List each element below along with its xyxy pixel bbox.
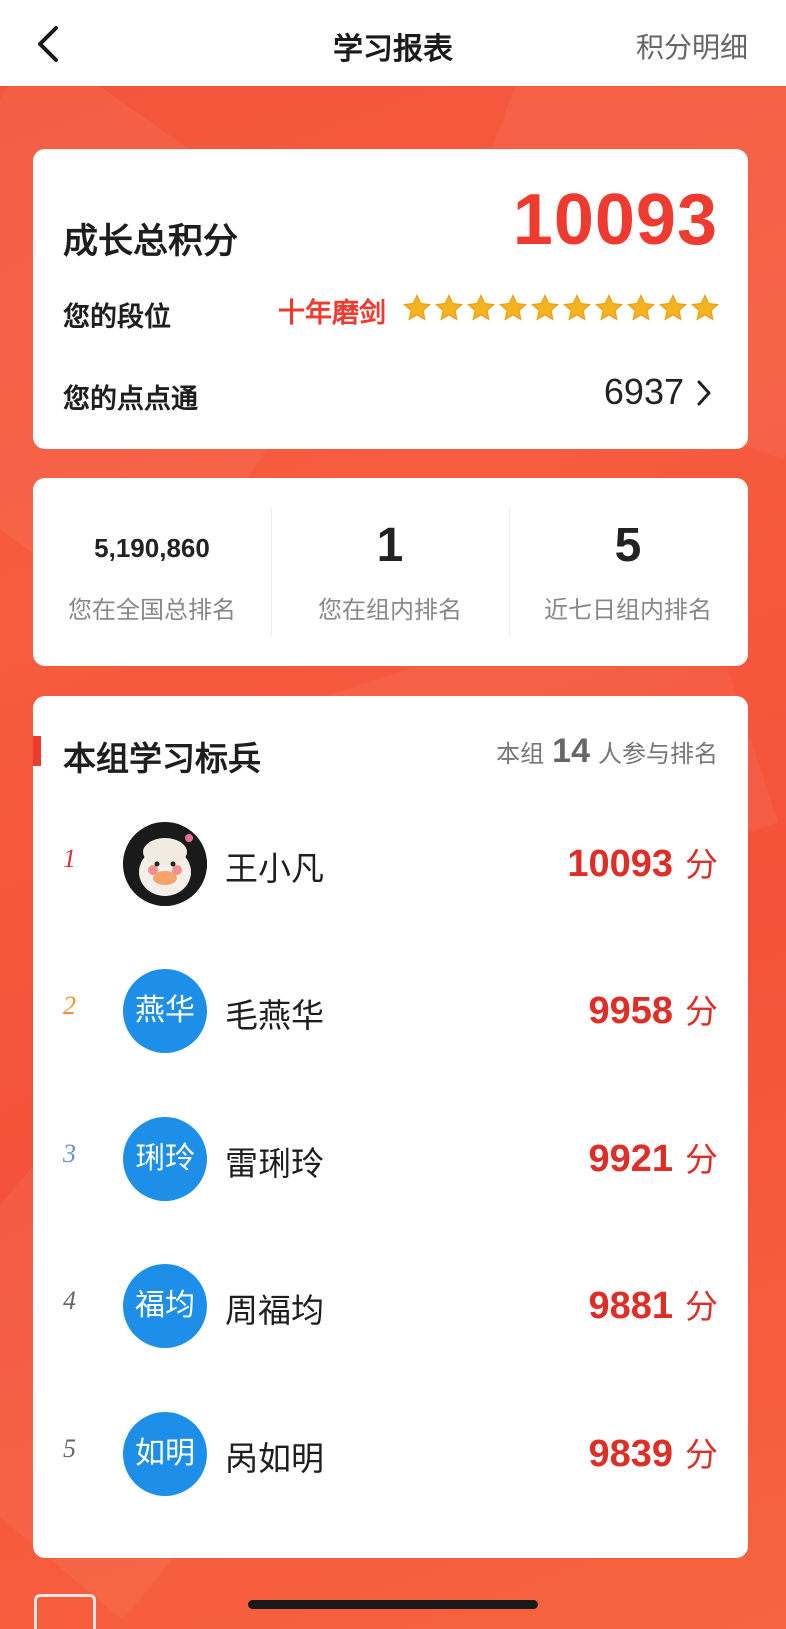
member-score: 9839 分 <box>588 1428 718 1476</box>
score-value: 9958 <box>588 990 673 1032</box>
group-rank-caption: 您在组内排名 <box>318 596 462 624</box>
leaderboard-row[interactable]: 3 琍玲 雷琍玲 9921 分 <box>33 1103 748 1213</box>
nav-bar: 学习报表 积分明细 <box>0 0 786 86</box>
star-icon <box>531 294 559 321</box>
weekly-rank-value: 5 <box>614 519 642 572</box>
star-icon <box>691 294 719 321</box>
weekly-rank-stat: 5 近七日组内排名 <box>509 478 747 666</box>
member-score: 9881 分 <box>588 1280 718 1328</box>
group-rank-value: 1 <box>376 519 404 572</box>
star-icon <box>595 294 623 321</box>
weekly-rank-caption: 近七日组内排名 <box>544 596 712 624</box>
rank-number: 5 <box>63 1434 76 1463</box>
national-rank-caption: 您在全国总排名 <box>68 596 236 624</box>
rank-number: 1 <box>63 844 76 873</box>
rank-stars <box>402 293 720 323</box>
star-icon <box>467 294 495 321</box>
participant-suffix: 人参与排名 <box>598 740 718 768</box>
avatar: 如明 <box>123 1412 207 1496</box>
chevron-right-icon[interactable] <box>694 377 714 409</box>
total-points-value: 10093 <box>512 180 718 260</box>
rank-value: 十年磨剑 <box>278 298 386 329</box>
score-unit: 分 <box>685 1140 718 1179</box>
national-rank-stat: 5,190,860 您在全国总排名 <box>33 478 271 666</box>
score-value: 9881 <box>588 1285 673 1327</box>
avatar: 琍玲 <box>123 1117 207 1201</box>
score-unit: 分 <box>685 992 718 1031</box>
participant-number: 14 <box>552 732 590 770</box>
rank-label: 您的段位 <box>63 302 171 333</box>
score-value: 9839 <box>588 1433 673 1475</box>
rank-number: 4 <box>63 1286 76 1315</box>
member-name: 毛燕华 <box>225 996 324 1035</box>
star-icon <box>499 294 527 321</box>
ranking-stats-card: 5,190,860 您在全国总排名 1 您在组内排名 5 近七日组内排名 <box>33 478 748 666</box>
member-score: 9958 分 <box>588 985 718 1033</box>
star-icon <box>563 294 591 321</box>
avatar <box>123 822 207 906</box>
member-score: 9921 分 <box>588 1133 718 1181</box>
rank-number: 3 <box>63 1139 76 1168</box>
dian-dian-tong-label: 您的点点通 <box>63 384 198 415</box>
leaderboard-title: 本组学习标兵 <box>63 739 261 778</box>
avatar: 福均 <box>123 1264 207 1348</box>
star-icon <box>403 294 431 321</box>
leaderboard-card: 本组学习标兵 本组 14 人参与排名 1 王小凡 10093 分 2 燕华 毛燕… <box>33 696 748 1558</box>
total-points-label: 成长总积分 <box>63 222 239 262</box>
member-name: 雷琍玲 <box>225 1144 324 1183</box>
participant-prefix: 本组 <box>496 740 545 768</box>
points-detail-link[interactable]: 积分明细 <box>636 26 748 66</box>
score-value: 9921 <box>588 1138 673 1180</box>
seal-logo <box>34 1594 96 1629</box>
member-name: 呙如明 <box>225 1439 324 1478</box>
score-value: 10093 <box>567 843 673 885</box>
score-unit: 分 <box>685 845 718 884</box>
star-icon <box>659 294 687 321</box>
national-rank-value: 5,190,860 <box>94 533 210 563</box>
member-name: 王小凡 <box>225 849 324 888</box>
duck-avatar-image <box>123 822 207 906</box>
group-rank-stat: 1 您在组内排名 <box>271 478 509 666</box>
leaderboard-row[interactable]: 1 王小凡 10093 分 <box>33 808 748 918</box>
member-name: 周福均 <box>225 1291 324 1330</box>
avatar: 燕华 <box>123 969 207 1053</box>
rank-number: 2 <box>63 991 76 1020</box>
leaderboard-row[interactable]: 5 如明 呙如明 9839 分 <box>33 1398 748 1508</box>
leaderboard-row[interactable]: 2 燕华 毛燕华 9958 分 <box>33 955 748 1065</box>
member-score: 10093 分 <box>567 838 718 886</box>
star-icon <box>435 294 463 321</box>
leaderboard-row[interactable]: 4 福均 周福均 9881 分 <box>33 1250 748 1360</box>
score-unit: 分 <box>685 1287 718 1326</box>
summary-card: 成长总积分 10093 您的段位 十年磨剑 您的点点通 6937 <box>33 149 748 449</box>
participant-count: 本组 14 人参与排名 <box>496 732 718 771</box>
star-icon <box>627 294 655 321</box>
section-accent-bar <box>33 736 41 766</box>
dian-dian-tong-value[interactable]: 6937 <box>604 371 684 413</box>
score-unit: 分 <box>685 1435 718 1474</box>
home-indicator <box>248 1600 538 1609</box>
